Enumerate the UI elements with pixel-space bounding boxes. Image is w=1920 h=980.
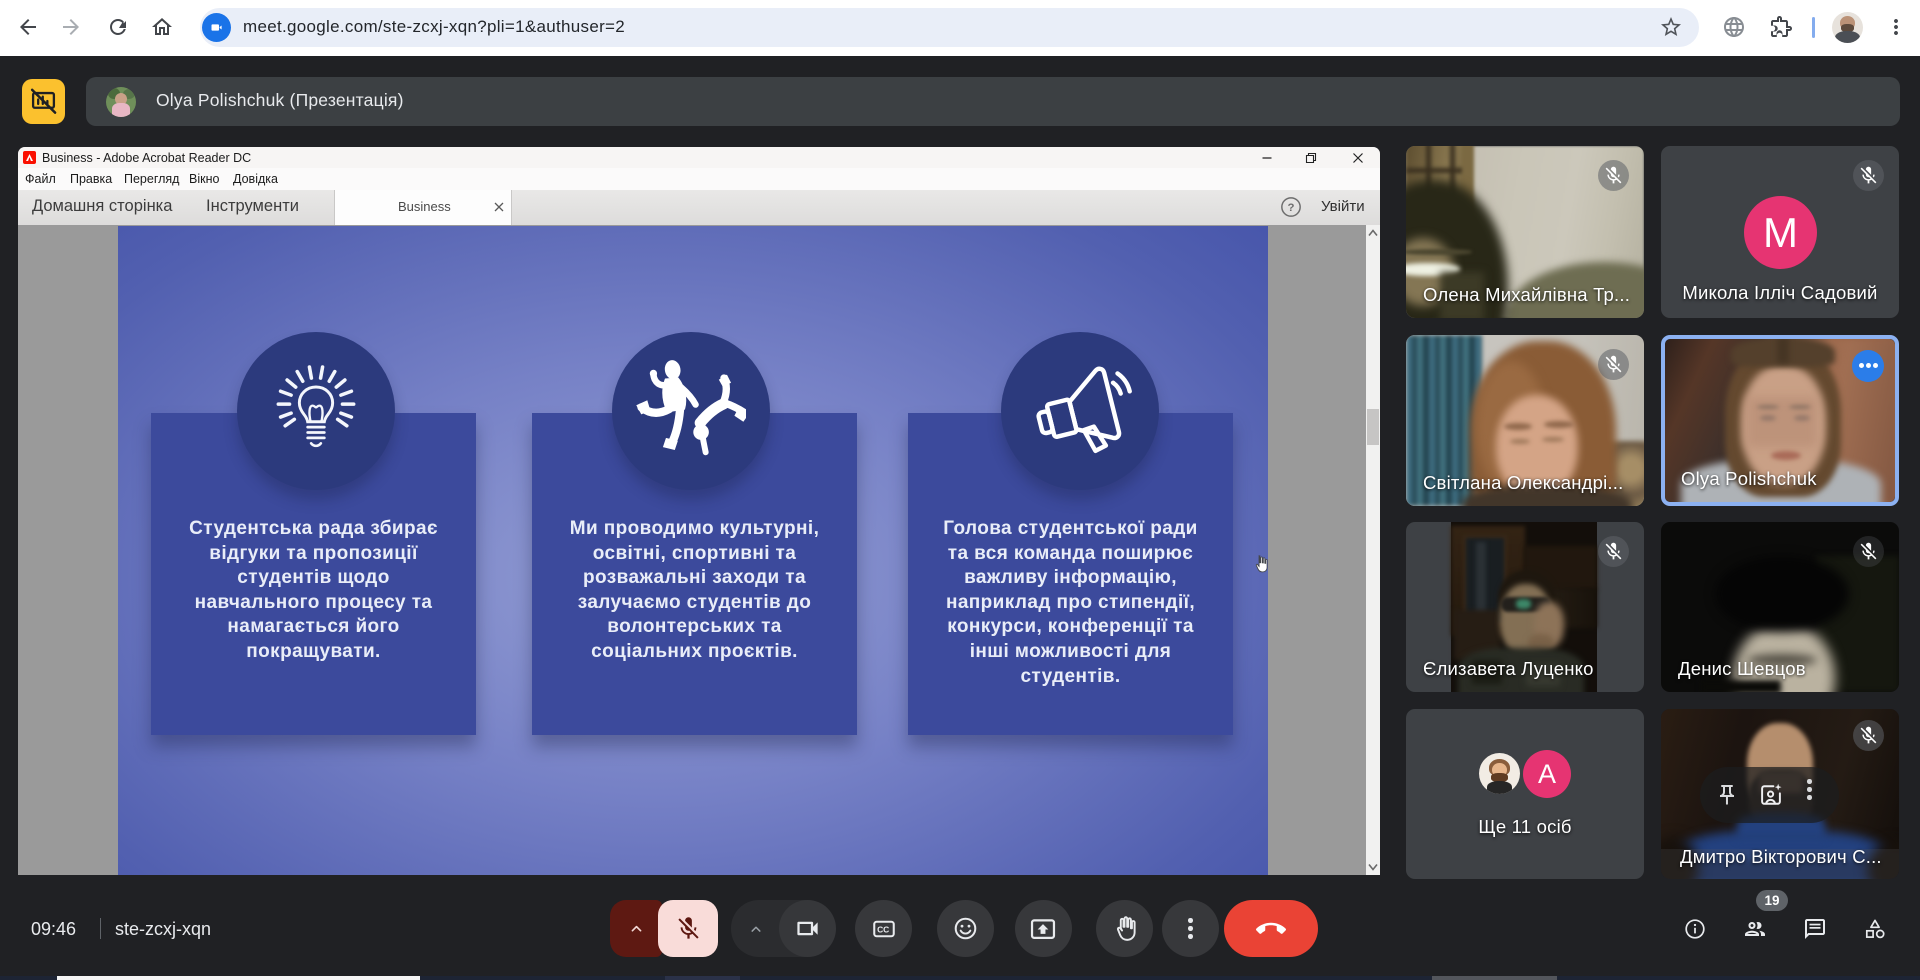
svg-text:CC: CC [877,924,889,934]
svg-text:?: ? [1288,202,1295,214]
